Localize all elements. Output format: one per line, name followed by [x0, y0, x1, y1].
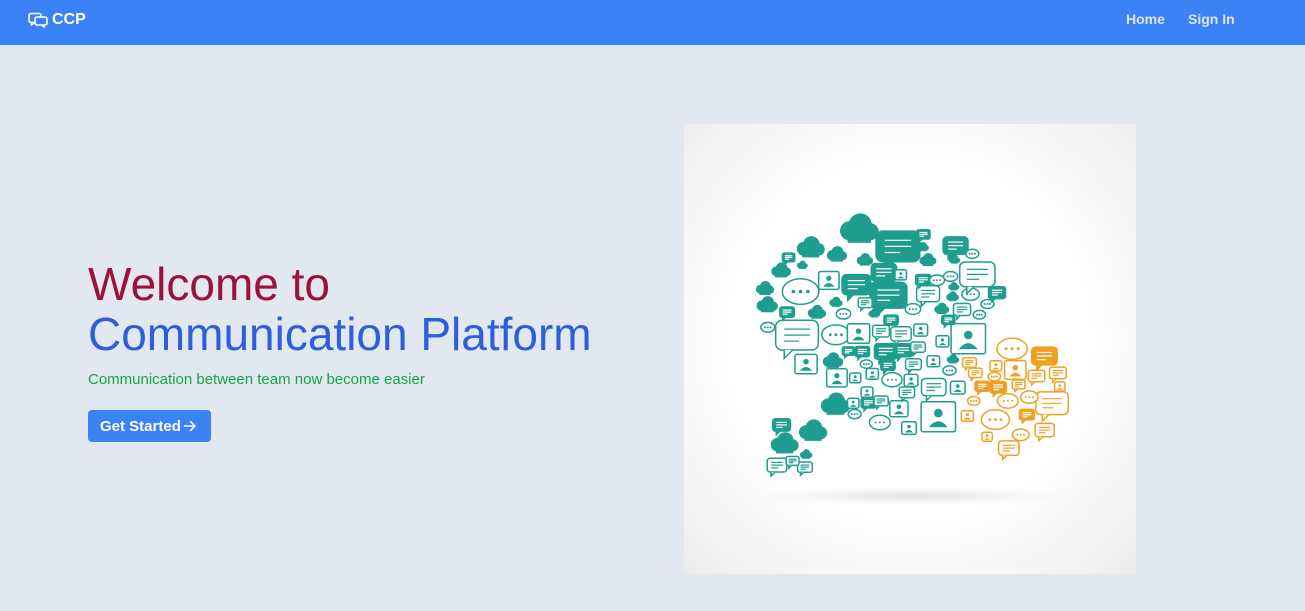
nav-link-sign-in[interactable]: Sign In: [1188, 11, 1235, 27]
hero-title-line-1: Welcome to: [88, 258, 331, 310]
chat-bubbles-icon: [28, 12, 48, 28]
nav-link-home[interactable]: Home: [1126, 11, 1165, 27]
hero-subtitle: Communication between team now become ea…: [88, 371, 425, 388]
top-navbar: CCP Home Sign In: [0, 0, 1305, 45]
brand-label: CCP: [52, 11, 86, 28]
arrow-right-icon: [183, 419, 197, 433]
get-started-button[interactable]: Get Started: [88, 410, 211, 442]
hero-text-section: Welcome to Communication Platform Commun…: [88, 258, 668, 442]
hero-title-line-2: Communication Platform: [88, 308, 592, 360]
speech-bubble-cloud-illustration: [747, 213, 1077, 506]
get-started-label: Get Started: [100, 417, 181, 435]
hero-title: Welcome to Communication Platform: [88, 258, 668, 358]
brand-logo-link[interactable]: CCP: [28, 10, 86, 30]
hero-illustration: [684, 124, 1136, 574]
